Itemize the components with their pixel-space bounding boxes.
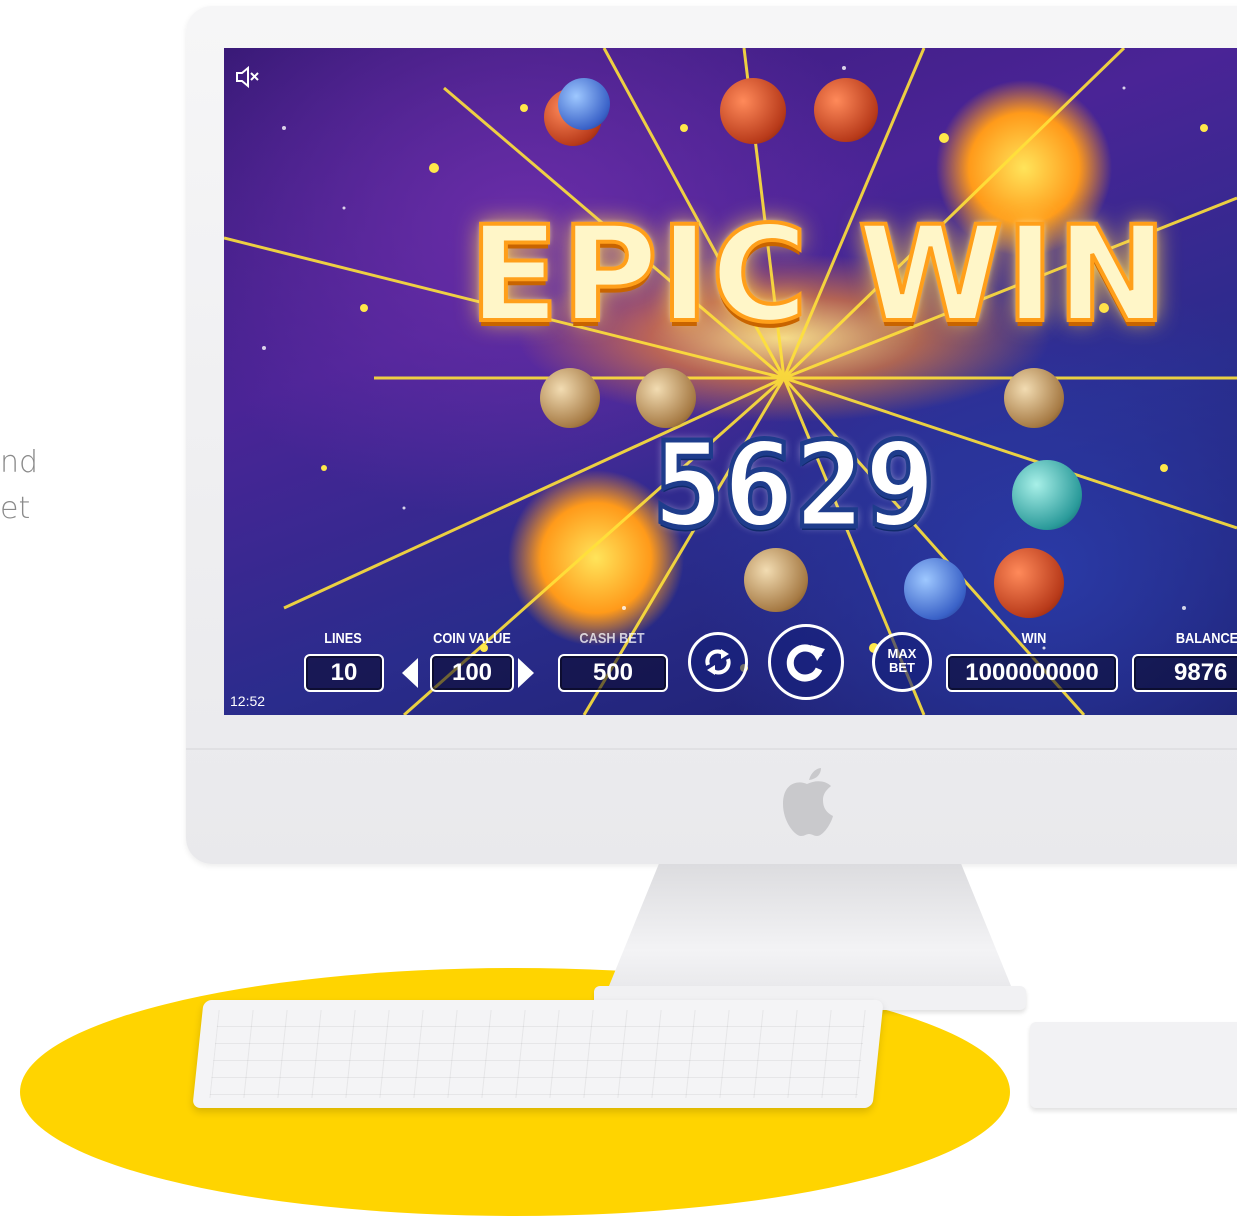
win-label: WIN xyxy=(1021,630,1047,647)
max-bet-label-line-1: MAX xyxy=(887,646,917,661)
blue-planet-symbol xyxy=(904,558,966,620)
monitor-chin-divider xyxy=(186,748,1237,750)
arrow-right-icon[interactable] xyxy=(518,658,534,688)
win-amount-display: 5629 xyxy=(651,414,938,557)
side-copy-line-1: nd xyxy=(0,445,39,480)
autoplay-icon xyxy=(705,649,731,675)
max-bet-label-line-2: BET xyxy=(889,660,915,675)
keyboard xyxy=(192,1000,884,1108)
side-copy: nd et xyxy=(0,440,38,532)
moon-symbol xyxy=(1004,368,1064,428)
red-planet-symbol xyxy=(994,548,1064,618)
lines-label: LINES xyxy=(324,630,362,647)
trackpad xyxy=(1030,1022,1237,1108)
spin-button[interactable] xyxy=(768,624,844,700)
cash-bet-value: 500 xyxy=(558,654,668,692)
apple-logo-icon xyxy=(783,768,833,836)
clock-readout: 12:52 xyxy=(230,693,266,709)
moon-symbol xyxy=(744,548,808,612)
teal-planet-symbol xyxy=(1012,460,1082,530)
balance-value: 9876 xyxy=(1132,654,1237,692)
arrow-left-icon[interactable] xyxy=(402,658,418,688)
light-rays-decoration xyxy=(224,48,1237,715)
side-copy-line-2: et xyxy=(0,491,31,526)
blue-planet-symbol xyxy=(558,78,610,130)
win-value: 1000000000 xyxy=(946,654,1118,692)
max-bet-button[interactable]: MAX BET xyxy=(872,632,932,692)
coin-value-label: COIN VALUE xyxy=(433,630,511,647)
game-screen: EPIC WIN 5629 12:52 LINES 10 COIN VALUE … xyxy=(224,48,1237,715)
balance-label: BALANCE xyxy=(1175,630,1237,647)
moon-symbol xyxy=(540,368,600,428)
lines-value[interactable]: 10 xyxy=(304,654,384,692)
coin-value: 100 xyxy=(430,654,514,692)
red-planet-symbol xyxy=(814,78,878,142)
epic-win-headline: EPIC WIN xyxy=(467,196,1170,354)
red-planet-symbol xyxy=(720,78,786,144)
autoplay-button[interactable] xyxy=(688,632,748,692)
cash-bet-label: CASH BET xyxy=(579,630,645,647)
speaker-muted-icon[interactable] xyxy=(234,64,260,90)
spin-icon xyxy=(786,644,825,682)
